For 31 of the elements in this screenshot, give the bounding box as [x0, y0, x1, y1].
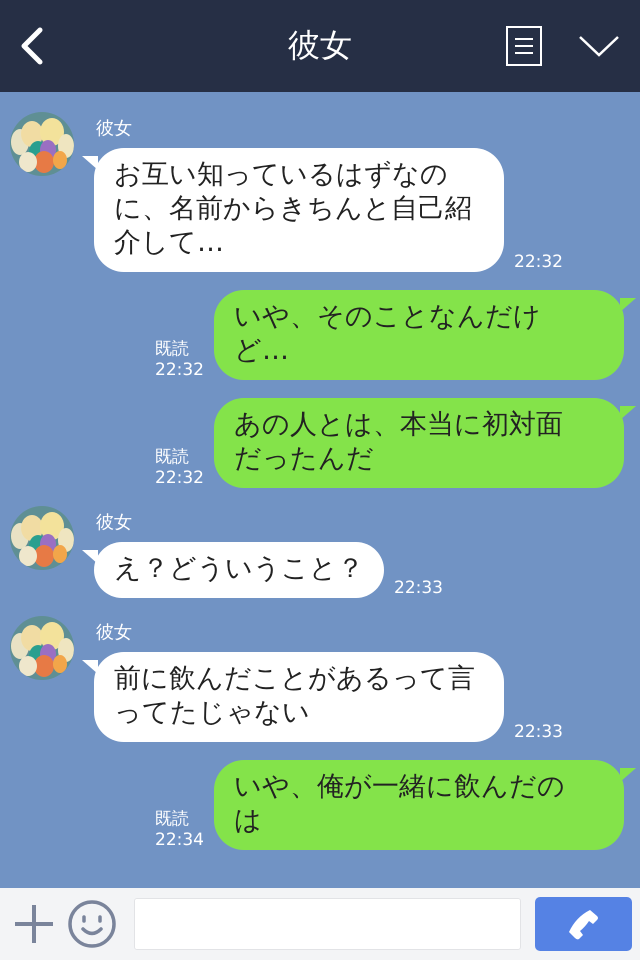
sender-name: 彼女: [96, 117, 132, 140]
message-time: 22:33: [394, 578, 443, 598]
message-bubble: あの人とは、本当に初対面だったんだ: [214, 398, 624, 488]
message-bubble: 前に飲んだことがあるって言ってたじゃない: [94, 652, 504, 742]
menu-icon[interactable]: [506, 26, 542, 66]
message-time: 22:34: [155, 830, 204, 850]
read-receipt: 既読: [155, 446, 189, 468]
sender-name: 彼女: [96, 511, 132, 534]
message-bubble: え？どういうこと？: [94, 542, 384, 598]
bubble-tail: [620, 298, 636, 312]
message-bubble: いや、俺が一緒に飲んだのは: [214, 760, 624, 850]
read-receipt: 既読: [155, 338, 189, 360]
message-input[interactable]: [134, 898, 521, 950]
message-time: 22:32: [155, 360, 204, 380]
message-time: 22:32: [514, 252, 563, 272]
bubble-tail: [82, 660, 98, 674]
phone-icon: [566, 907, 600, 941]
message-bubble: いや、そのことなんだけど…: [214, 290, 624, 380]
bubble-tail: [82, 156, 98, 170]
read-receipt: 既読: [155, 808, 189, 830]
bubble-tail: [620, 406, 636, 420]
message-bubble: お互い知っているはずなのに、名前からきちんと自己紹介して…: [94, 148, 504, 272]
bubble-tail: [620, 768, 636, 782]
chevron-down-icon[interactable]: [578, 35, 620, 57]
message-time: 22:33: [514, 722, 563, 742]
call-button[interactable]: [534, 897, 632, 951]
smiley-icon[interactable]: [68, 900, 116, 948]
sender-name: 彼女: [96, 621, 132, 644]
plus-icon[interactable]: [14, 904, 54, 944]
chat-title: 彼女: [288, 26, 352, 64]
message-time: 22:32: [155, 468, 204, 488]
